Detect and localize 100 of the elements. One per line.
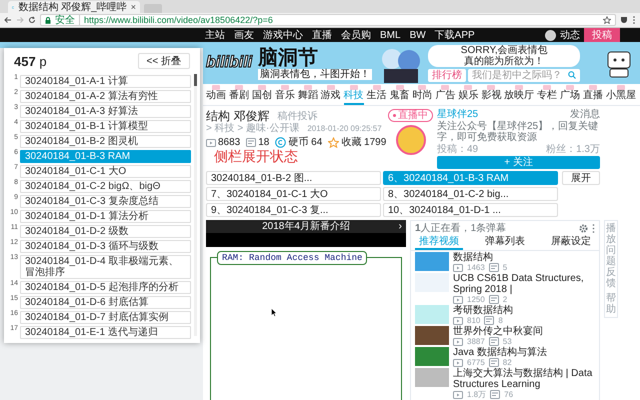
video-title: Java 数据结构与算法: [453, 347, 547, 358]
upload-button[interactable]: 投稿: [584, 28, 620, 42]
category-tab[interactable]: 直播: [583, 85, 603, 105]
user-avatar[interactable]: [545, 30, 556, 40]
settings-icon[interactable]: [579, 224, 588, 233]
header-link[interactable]: 游戏中心: [263, 30, 303, 40]
category-tab[interactable]: 广场: [560, 85, 580, 105]
stat-value: 8683: [218, 136, 240, 148]
browser-tab[interactable]: 数据结构 邓俊辉_哔哩哔 ×: [8, 1, 140, 13]
category-tab[interactable]: 游戏: [320, 85, 341, 105]
part-list-item[interactable]: 30240184_01-D-3 循环与级数: [20, 240, 191, 253]
url-text: https://www.bilibili.com/video/av18506422/?p=6: [79, 15, 273, 25]
chat-icon: [246, 138, 256, 146]
uploader-avatar[interactable]: [396, 125, 426, 155]
recommended-video[interactable]: 世界外传之中秋宴间 3887 53: [415, 326, 595, 346]
reload-icon[interactable]: [28, 16, 36, 24]
chat-icon: [490, 390, 500, 399]
video-title: 数据结构: [453, 252, 494, 263]
video-title: UCB CS61B Data Structures, Spring 2018 |: [453, 273, 585, 295]
tab-title: 数据结构 邓俊辉_哔哩哔: [18, 2, 127, 12]
part-list-item[interactable]: 30240184_01-C-3 复杂度总结: [20, 195, 191, 208]
bubble-text: 真的能为所欲为！: [464, 56, 544, 66]
part-list-item[interactable]: 30240184_01-D-6 封底估算: [20, 296, 191, 309]
recommended-video[interactable]: 考研数据结构 810 8: [415, 305, 595, 325]
category-tab[interactable]: 广告: [435, 85, 456, 105]
header-link[interactable]: 会员购: [341, 30, 371, 40]
part-list-item[interactable]: 30240184_01-D-1 算法分析: [20, 210, 191, 223]
video-player[interactable]: 2018年4月新番介绍 › RAM: Random Access Machine: [206, 220, 406, 400]
header-link[interactable]: 直播: [312, 30, 332, 40]
part-tab[interactable]: 9、30240184_01-C-3 复...: [206, 203, 381, 217]
part-list-item[interactable]: 30240184_01-B-2 图灵机: [20, 135, 191, 148]
back-icon[interactable]: [4, 16, 12, 24]
category-tab[interactable]: 番剧: [228, 85, 249, 105]
star-icon[interactable]: [328, 136, 340, 148]
tab-close-button[interactable]: ×: [130, 2, 136, 12]
part-tab[interactable]: 7、30240184_01-C-1 大O: [206, 187, 381, 201]
more-icon[interactable]: [592, 224, 595, 233]
event-subtitle: 脑洞表情包，斗图开始！: [258, 68, 372, 80]
play-count: 1250: [467, 296, 485, 304]
play-count: 6775: [467, 358, 485, 366]
category-tab[interactable]: 时尚: [412, 85, 432, 105]
part-tab[interactable]: 30240184_01-B-2 图...: [206, 171, 381, 185]
category-tab[interactable]: 国创: [252, 85, 272, 105]
header-link[interactable]: BML: [380, 30, 401, 40]
part-list-item[interactable]: 30240184_01-D-4 取非极端元素、冒泡排序: [20, 255, 191, 279]
header-link[interactable]: 主站: [205, 30, 225, 40]
part-list-item[interactable]: 30240184_01-D-2 级数: [20, 225, 191, 238]
part-list-item[interactable]: 30240184_01-E-1 迭代与递归: [20, 326, 191, 339]
header-link[interactable]: BW: [410, 30, 426, 40]
next-arrow[interactable]: ›: [398, 221, 402, 232]
part-list-item[interactable]: 30240184_01-A-1 计算: [20, 75, 191, 88]
event-title: 脑洞节: [258, 46, 318, 68]
recommended-video[interactable]: UCB CS61B Data Structures, Spring 2018 | 1250 2: [415, 273, 595, 304]
live-status-badge: 直播中: [388, 109, 433, 122]
sidebar-tab[interactable]: 屏蔽设定: [547, 236, 595, 250]
menu-icon[interactable]: [632, 16, 636, 24]
stat-value: 收藏 1799: [341, 136, 386, 148]
recommended-video[interactable]: Java 数据结构与算法 6775 82: [415, 347, 595, 367]
category-tab[interactable]: 专栏: [537, 85, 558, 105]
category-tab[interactable]: 放映厅: [504, 85, 534, 105]
shield-icon[interactable]: [620, 16, 628, 24]
category-tab[interactable]: 鬼畜: [390, 85, 410, 105]
viewer-count: 1人正在看，1条弹幕: [415, 223, 506, 234]
coin-icon[interactable]: [275, 136, 286, 148]
photo-placeholder: [415, 368, 449, 387]
category-tab[interactable]: 生活: [366, 85, 387, 105]
category-tab[interactable]: 影视: [481, 85, 502, 105]
part-list-item[interactable]: 30240184_01-D-7 封底估算实例: [20, 311, 191, 324]
chat-icon: [488, 337, 499, 346]
category-tab[interactable]: 舞蹈: [298, 85, 318, 105]
sidebar-tab[interactable]: 弹幕列表: [481, 236, 529, 250]
category-tab[interactable]: 动画: [206, 85, 226, 105]
part-tab[interactable]: 8、30240184_01-C-2 big...: [383, 187, 558, 201]
message-link[interactable]: 发消息: [570, 109, 600, 120]
star-icon[interactable]: [603, 16, 611, 24]
search-icon[interactable]: [568, 71, 576, 79]
category-tab[interactable]: 娱乐: [458, 85, 478, 105]
collapse-button[interactable]: << 折叠: [138, 53, 190, 69]
header-link[interactable]: 画友: [234, 30, 254, 40]
header-link[interactable]: 下载APP: [434, 30, 475, 40]
danmaku-count: 2: [502, 296, 508, 304]
part-list-item[interactable]: 30240184_01-D-5 起泡排序的分析: [20, 281, 191, 294]
part-list-item[interactable]: 30240184_01-A-2 算法有穷性: [20, 90, 191, 103]
part-tab[interactable]: 10、30240184_01-D-1 ...: [383, 203, 558, 217]
recommended-video[interactable]: 数据结构 1463 5: [415, 252, 595, 272]
expand-button[interactable]: 展开: [562, 171, 600, 185]
part-list-item[interactable]: 30240184_01-B-1 计算模型: [20, 120, 191, 133]
header-link[interactable]: 动态: [560, 30, 580, 40]
category-tab[interactable]: 小黑屋: [606, 85, 636, 105]
address-field[interactable]: 安全 https://www.bilibili.com/video/av18506422/?p=6: [40, 14, 616, 26]
category-tab[interactable]: 音乐: [274, 85, 295, 105]
ranking-button[interactable]: 排行榜: [428, 68, 466, 82]
bubble-text: SORRY,会画表情包: [460, 44, 548, 56]
part-count: 457 p: [14, 54, 47, 68]
part-list-item[interactable]: 30240184_01-C-2 bigΩ、bigΘ: [20, 180, 191, 193]
recommended-video[interactable]: 上海交大算法与数据结构 | Data Structures Learning 1.8万 76: [415, 368, 595, 399]
part-list-item[interactable]: 30240184_01-C-1 大O: [20, 165, 191, 178]
chat-icon: [488, 263, 499, 272]
part-list-item[interactable]: 30240184_01-A-3 好算法: [20, 105, 191, 118]
danmaku-count: 53: [502, 338, 512, 346]
